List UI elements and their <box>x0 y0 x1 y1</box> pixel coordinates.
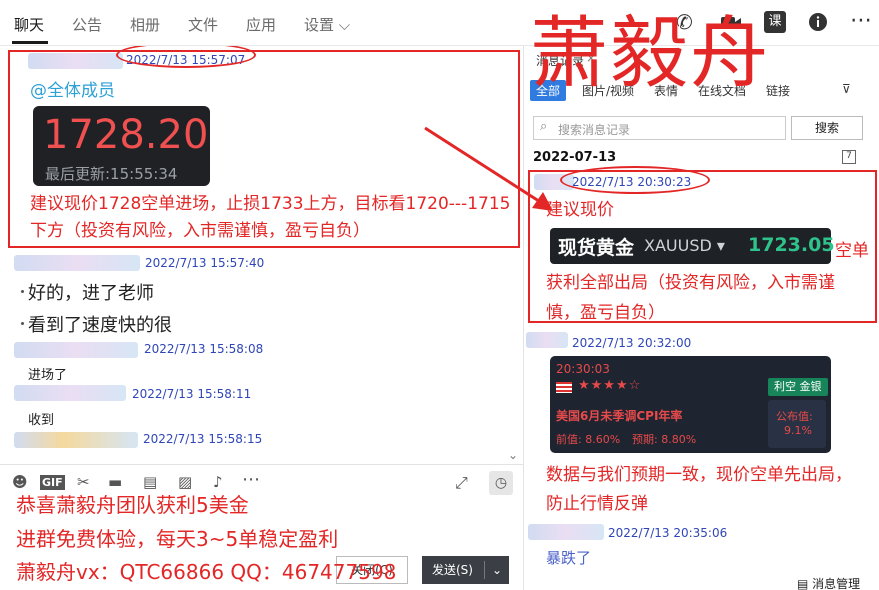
active-tab-indicator <box>12 41 48 44</box>
sender-name-blurred <box>14 385 126 401</box>
more-icon[interactable]: ⋯ <box>850 8 872 33</box>
tab-announcement[interactable]: 公告 <box>72 14 102 35</box>
filter-icon[interactable]: ⊽ <box>842 82 851 96</box>
tab-album[interactable]: 相册 <box>130 14 160 35</box>
date-header: 2022-07-13 <box>533 150 617 165</box>
message-management-button[interactable]: ▤ 消息管理 <box>797 575 860 590</box>
message-text: 进场了 <box>28 368 68 383</box>
watermark-text: 萧毅舟 <box>530 9 771 99</box>
history-pane: 消息记录 × 全部 图片/视频 表情 在线文档 链接 ⊽ ⌕ 搜索消息记录 搜索… <box>524 46 879 590</box>
tab-chat[interactable]: 聊天 <box>14 14 44 35</box>
message-text: 建议现价 <box>546 200 614 220</box>
info-icon[interactable] <box>808 12 828 37</box>
search-icon: ⌕ <box>540 119 548 134</box>
sender-name-blurred <box>14 342 138 358</box>
message-text: 获利全部出局（投资有风险，入市需谨 <box>546 273 835 293</box>
sender-name-blurred <box>14 255 140 271</box>
importance-stars: ★★★★☆ <box>578 378 642 393</box>
message-text: 空单 <box>835 241 869 261</box>
divider <box>484 561 485 579</box>
chat-pane: 2022/7/13 15:57:07 @全体成员 1728.20 最后更新:15… <box>0 46 523 464</box>
message-management-label: 消息管理 <box>812 577 861 590</box>
cpi-time: 20:30:03 <box>556 362 610 376</box>
sender-name-blurred <box>526 332 568 348</box>
quote-name: 现货黄金 <box>558 237 635 259</box>
promo-line: 萧毅舟vx：QTC66866 QQ：467477598 <box>16 560 397 584</box>
message-text: 好的，进了老师 <box>28 283 154 304</box>
chat-icon: ▤ <box>797 577 809 590</box>
message-text: 收到 <box>28 413 55 428</box>
gold-quote-card: 现货黄金 XAUUSD ▾ 1723.05 <box>550 228 835 264</box>
published-label: 公布值: <box>776 410 813 423</box>
search-button[interactable]: 搜索 <box>791 116 863 140</box>
price-card: 1728.20 最后更新:15:55:34 <box>33 106 210 186</box>
message-text: 慎，盈亏自负） <box>546 303 665 323</box>
message-text: 建议现价1728空单进场，止损1733上方，目标看1720---1715下方（投… <box>30 194 511 241</box>
promo-line: 恭喜萧毅舟团队获利5美金 <box>16 493 249 517</box>
sender-name-blurred <box>14 432 138 448</box>
price-value: 1728.20 <box>43 112 209 158</box>
message-timestamp: 2022/7/13 15:58:11 <box>132 387 252 401</box>
quote-code: XAUUSD ▾ <box>644 236 725 255</box>
bullet <box>21 290 24 293</box>
history-icon[interactable]: ◷ <box>489 471 513 495</box>
cpi-data-card: 20:30:03 ★★★★☆ 美国6月未季调CPI年率 前值: 8.60% 预期… <box>550 356 831 453</box>
more-icon[interactable]: ⋯ <box>242 469 260 490</box>
cpi-previous: 前值: 8.60% <box>556 433 621 446</box>
message-timestamp: 2022/7/13 20:32:00 <box>572 336 692 350</box>
us-flag-icon <box>556 382 572 393</box>
tab-files[interactable]: 文件 <box>188 14 218 35</box>
message-text: 暴跌了 <box>546 549 592 567</box>
message-timestamp: 2022/7/13 15:57:40 <box>145 256 265 270</box>
expand-icon[interactable]: ⤢ <box>455 473 468 493</box>
composer: ☻ GIF ✂ ▬ ▤ ▨ ♪ ⋯ ⤢ ◷ 恭喜萧毅舟团队获利5美金 进群免费体… <box>0 464 523 590</box>
price-updated-time: 最后更新:15:55:34 <box>45 165 178 183</box>
published-value: 9.1% <box>784 424 812 437</box>
search-input[interactable]: ⌕ 搜索消息记录 <box>533 116 786 140</box>
send-button-label: 发送(S) <box>432 563 473 577</box>
message-timestamp: 2022/7/13 15:58:15 <box>143 432 263 446</box>
tab-apps[interactable]: 应用 <box>246 14 276 35</box>
published-box: 公布值: 9.1% <box>768 400 826 448</box>
sender-name-blurred <box>528 524 604 540</box>
scroll-down-icon[interactable]: ⌄ <box>508 448 518 462</box>
send-button[interactable]: 发送(S) ⌄ <box>422 556 509 584</box>
promo-line: 进群免费体验，每天3~5单稳定盈利 <box>16 527 339 551</box>
chevron-down-icon[interactable]: ⌄ <box>492 556 502 584</box>
message-timestamp: 2022/7/13 20:35:06 <box>608 526 728 540</box>
calendar-icon[interactable]: 7 <box>842 150 856 164</box>
message-text: 看到了速度快的很 <box>28 315 172 336</box>
message-text: 数据与我们预期一致，现价空单先出局，防止行情反弹 <box>546 465 852 514</box>
impact-badge: 利空 金银 <box>768 378 828 396</box>
bullet <box>21 322 24 325</box>
cpi-title: 美国6月未季调CPI年率 <box>556 409 683 423</box>
cpi-expected: 预期: 8.80% <box>632 433 697 446</box>
mention-all[interactable]: @全体成员 <box>30 76 115 101</box>
gif-icon[interactable]: GIF <box>40 475 65 490</box>
quote-value: 1723.05 <box>748 234 835 256</box>
tab-settings[interactable]: 设置 ⌵ <box>304 14 350 35</box>
message-timestamp: 2022/7/13 15:58:08 <box>144 342 264 356</box>
search-placeholder: 搜索消息记录 <box>558 123 631 137</box>
